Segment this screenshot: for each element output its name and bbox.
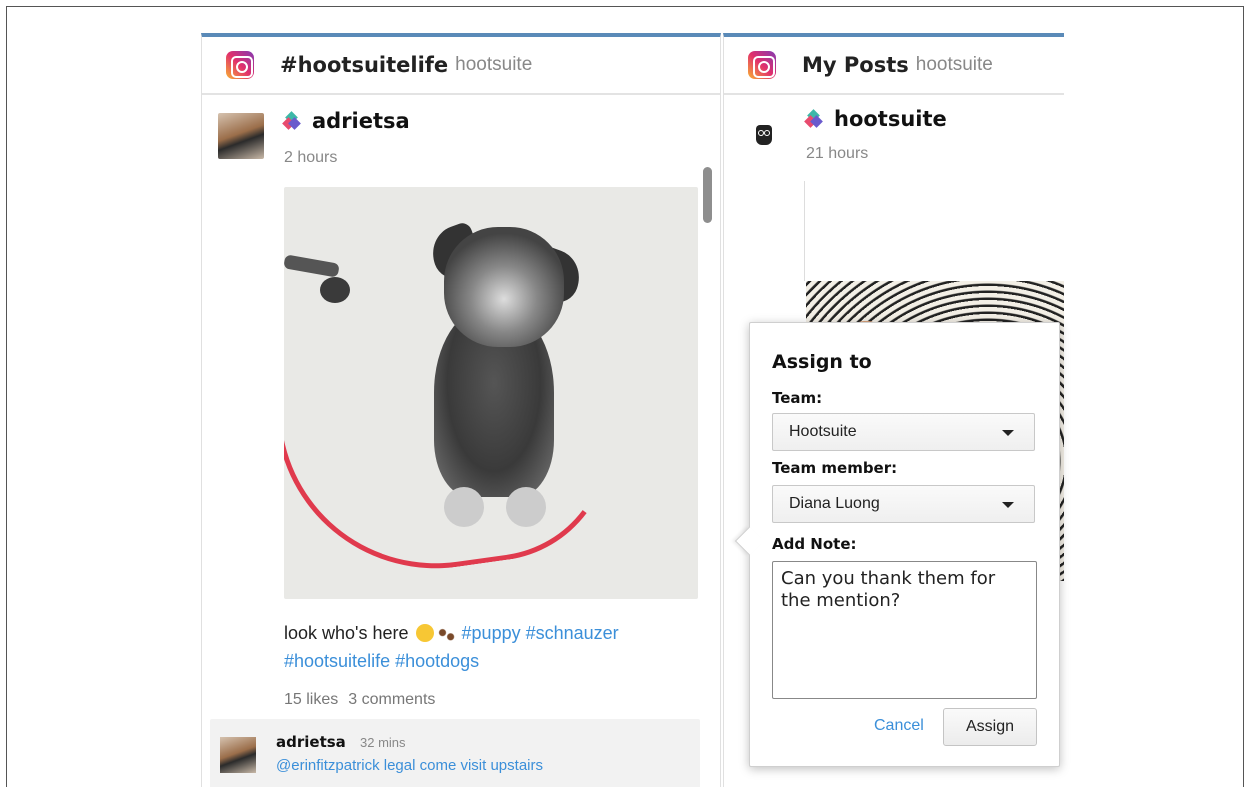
stream-title[interactable]: My Posts: [802, 53, 909, 77]
post-author: adrietsa: [282, 109, 410, 133]
assign-button[interactable]: Assign: [943, 708, 1037, 746]
stream-header: My Posts hootsuite: [724, 37, 1064, 95]
divider: [804, 181, 805, 281]
instagram-icon: [226, 51, 254, 79]
post-image[interactable]: [284, 187, 698, 599]
paw-prints-emoji-icon: [437, 627, 456, 641]
team-label: Team:: [772, 389, 823, 407]
hootsuite-diamond-icon: [282, 111, 301, 130]
team-member-select[interactable]: Diana Luong: [772, 485, 1035, 523]
scrollbar-thumb[interactable]: [703, 167, 712, 223]
assign-popover: Assign to Team: Hootsuite Team member: D…: [734, 322, 1060, 767]
team-select-value: Hootsuite: [789, 423, 857, 440]
stream-subtitle: hootsuite: [915, 54, 993, 75]
team-member-select-value: Diana Luong: [789, 495, 880, 512]
stream-header: #hootsuitelife hootsuite: [202, 37, 720, 95]
chevron-down-icon: [1002, 430, 1014, 436]
instagram-icon: [748, 51, 776, 79]
stream-subtitle: hootsuite: [455, 54, 533, 75]
post-stats: 15 likes 3 comments: [284, 691, 435, 709]
popover-title: Assign to: [772, 351, 872, 373]
avatar[interactable]: [218, 113, 264, 159]
dog-head: [444, 227, 564, 347]
chevron-down-icon: [1002, 502, 1014, 508]
chair-shape: [284, 247, 354, 307]
comment-text[interactable]: @erinfitzpatrick legal come visit upstai…: [276, 757, 543, 774]
heart-eyes-emoji-icon: [415, 624, 434, 642]
author-name[interactable]: hootsuite: [834, 107, 947, 131]
comment-avatar[interactable]: [220, 737, 256, 773]
add-note-label: Add Note:: [772, 535, 857, 553]
hashtag-link[interactable]: #puppy #schnauzer: [462, 623, 619, 643]
hashtag-link[interactable]: #hootsuitelife #hootdogs: [284, 651, 479, 671]
note-textarea[interactable]: [772, 561, 1037, 699]
post-author: hootsuite: [804, 107, 947, 131]
team-member-label: Team member:: [772, 459, 898, 477]
dog-paw: [506, 487, 546, 527]
hootsuite-diamond-icon: [804, 109, 823, 128]
author-name[interactable]: adrietsa: [312, 109, 410, 133]
stream-title[interactable]: #hootsuitelife: [280, 53, 448, 77]
comment: adrietsa 32 mins @erinfitzpatrick legal …: [210, 719, 700, 787]
likes-count[interactable]: 15 likes: [284, 691, 338, 708]
caption-text: look who's here: [284, 623, 409, 643]
cancel-button[interactable]: Cancel: [874, 717, 924, 735]
app-frame: #hootsuitelife hootsuite adrietsa 2 hour…: [6, 6, 1244, 787]
stream-hootsuitelife: #hootsuitelife hootsuite adrietsa 2 hour…: [201, 33, 721, 787]
hootsuite-owl-icon[interactable]: [756, 125, 772, 145]
comment-author[interactable]: adrietsa: [276, 733, 346, 751]
team-select[interactable]: Hootsuite: [772, 413, 1035, 451]
post-time: 2 hours: [284, 149, 338, 166]
dog-paw: [444, 487, 484, 527]
post-caption: look who's here #puppy #schnauzer #hoots…: [284, 619, 694, 675]
post-time: 21 hours: [806, 145, 869, 162]
comment-time: 32 mins: [360, 735, 406, 750]
comments-count[interactable]: 3 comments: [348, 691, 435, 708]
